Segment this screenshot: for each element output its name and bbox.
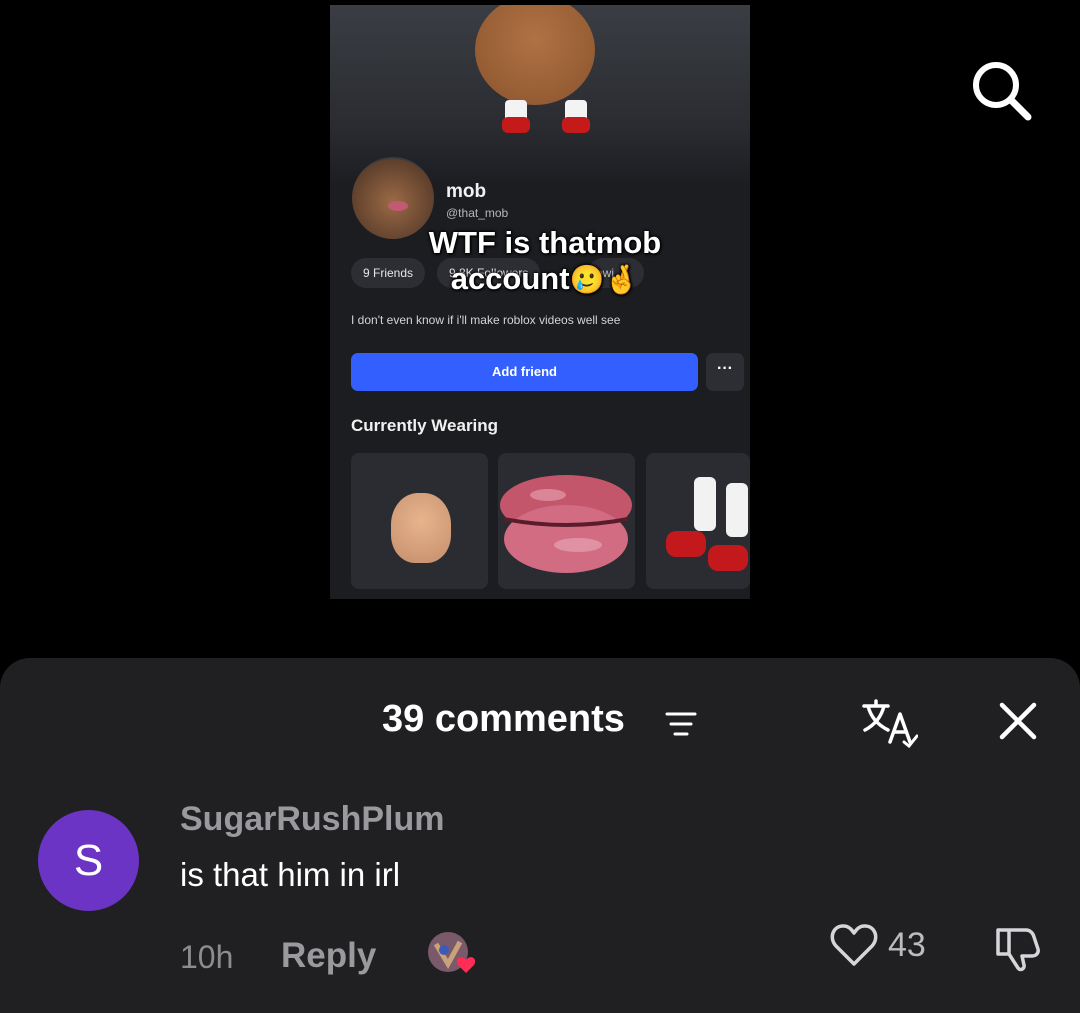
body-item-image bbox=[391, 493, 451, 563]
search-icon[interactable] bbox=[968, 57, 1034, 123]
video-caption: WTF is thatmob account🥲🤞 bbox=[390, 225, 700, 298]
comments-count-title: 39 comments bbox=[382, 698, 625, 740]
lips-item-image bbox=[500, 475, 632, 573]
reply-button[interactable]: Reply bbox=[281, 936, 376, 976]
comment-text: is that him in irl bbox=[180, 856, 401, 893]
wearing-item-slides bbox=[646, 453, 750, 589]
comment-avatar[interactable]: S bbox=[38, 810, 139, 911]
more-options-button: ··· bbox=[706, 353, 744, 391]
comments-sheet: 39 comments S SugarRushPlum is that him … bbox=[0, 658, 1080, 1013]
caption-line-2: account🥲🤞 bbox=[390, 261, 700, 298]
sock-image bbox=[726, 483, 748, 537]
profile-lips-image bbox=[388, 201, 408, 211]
slide-image bbox=[666, 531, 706, 557]
caption-emojis: 🥲🤞 bbox=[569, 264, 640, 295]
comment-timestamp: 10h bbox=[180, 939, 234, 975]
profile-bio: I don't even know if i'll make roblox vi… bbox=[351, 313, 621, 327]
currently-wearing-title: Currently Wearing bbox=[351, 416, 499, 435]
comment-username[interactable]: SugarRushPlum bbox=[180, 800, 444, 839]
caption-line-1: WTF is thatmob bbox=[428, 225, 662, 260]
avatar-shoe bbox=[502, 117, 530, 133]
profile-display-name: mob bbox=[446, 181, 487, 202]
sort-icon[interactable] bbox=[665, 711, 697, 737]
creator-liked-avatar bbox=[428, 932, 476, 973]
avatar-shoe bbox=[562, 117, 590, 133]
wearing-item-lips bbox=[498, 453, 635, 589]
video-frame[interactable]: mob @that_mob 9 Friends 9.8K Followers o… bbox=[330, 5, 750, 599]
avatar-figure-image bbox=[475, 5, 595, 105]
translate-icon[interactable] bbox=[862, 698, 918, 748]
caption-word: account bbox=[450, 261, 570, 296]
wearing-item-body bbox=[351, 453, 488, 589]
close-icon[interactable] bbox=[997, 700, 1039, 742]
slide-image bbox=[708, 545, 748, 571]
like-heart-icon[interactable] bbox=[830, 922, 878, 968]
like-count: 43 bbox=[888, 926, 926, 964]
sock-image bbox=[694, 477, 716, 531]
dislike-icon[interactable] bbox=[992, 922, 1042, 972]
add-friend-button: Add friend bbox=[351, 353, 698, 391]
profile-handle: @that_mob bbox=[446, 206, 509, 220]
